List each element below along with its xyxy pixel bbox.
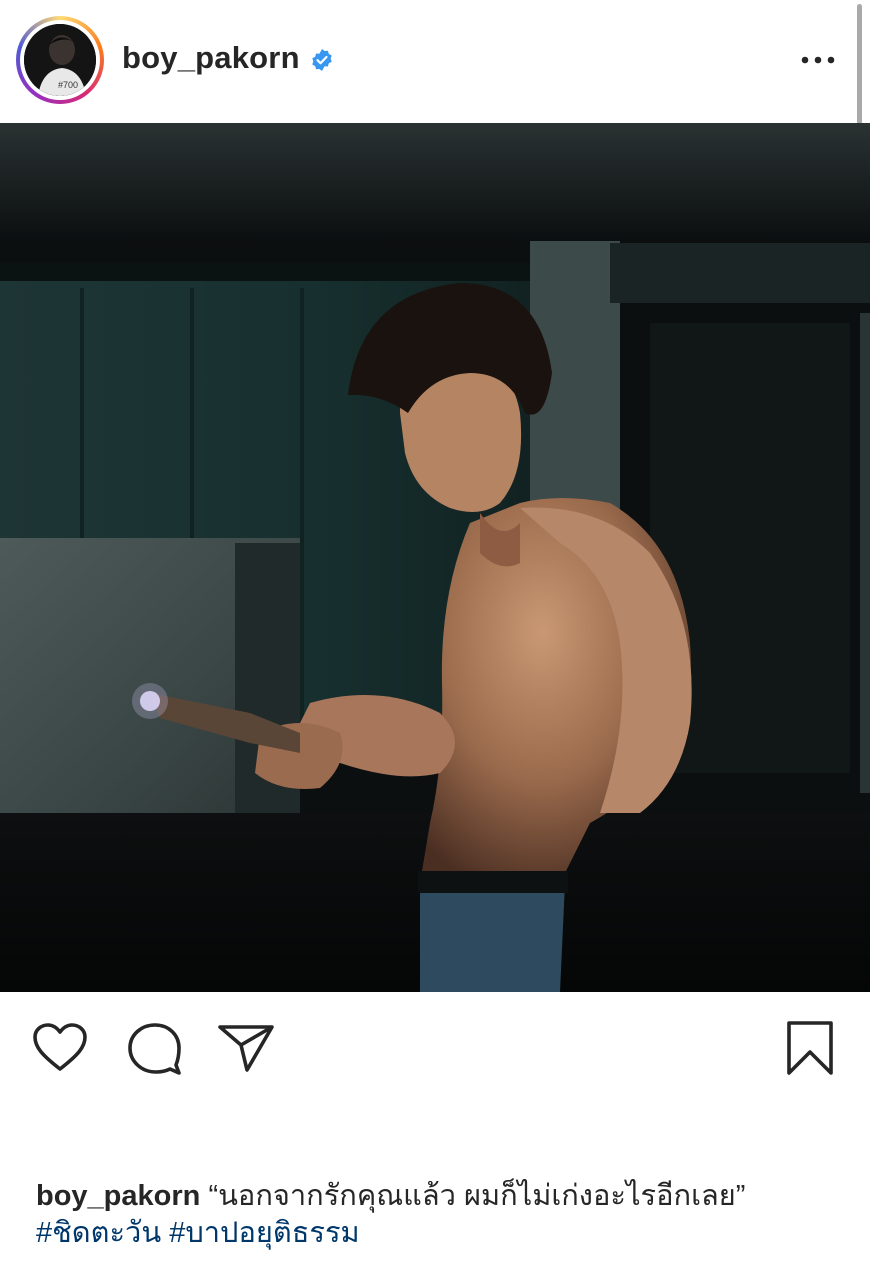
verified-badge-icon bbox=[312, 49, 332, 71]
more-horizontal-icon[interactable] bbox=[800, 52, 836, 68]
send-icon[interactable] bbox=[217, 1023, 275, 1073]
post-username[interactable]: boy_pakorn bbox=[122, 40, 300, 76]
action-bar bbox=[0, 1000, 870, 1100]
avatar-image: #700 bbox=[24, 24, 96, 96]
caption-text: “นอกจากรักคุณแล้ว ผมก็ไม่เก่งอะไรอีกเลย” bbox=[208, 1180, 746, 1212]
post-caption: boy_pakorn “นอกจากรักคุณแล้ว ผมก็ไม่เก่ง… bbox=[36, 1178, 846, 1252]
post-photo[interactable] bbox=[0, 123, 870, 992]
hashtag-link[interactable]: #ชิดตะวัน bbox=[36, 1217, 161, 1249]
post-photo-image bbox=[0, 123, 870, 992]
post-header: #700 boy_pakorn bbox=[0, 0, 870, 122]
hashtag-link[interactable]: #บาปอยุติธรรม bbox=[169, 1217, 359, 1249]
svg-text:#700: #700 bbox=[58, 80, 78, 90]
caption-username[interactable]: boy_pakorn bbox=[36, 1180, 200, 1212]
bookmark-icon[interactable] bbox=[785, 1020, 835, 1076]
avatar[interactable]: #700 bbox=[16, 16, 104, 104]
comment-icon[interactable] bbox=[126, 1023, 182, 1075]
heart-icon[interactable] bbox=[32, 1023, 88, 1073]
